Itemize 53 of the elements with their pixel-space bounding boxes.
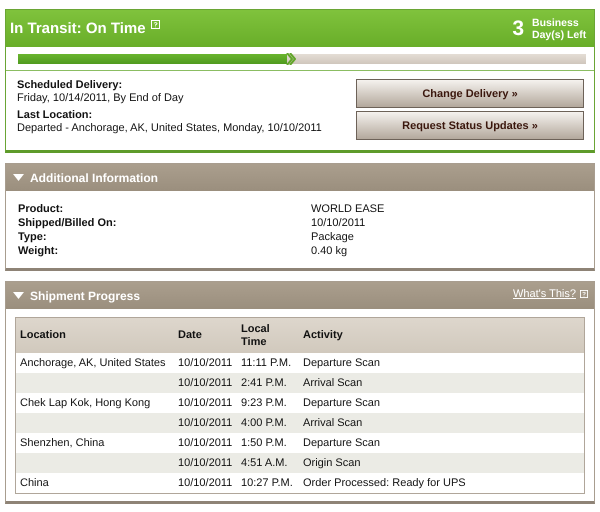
field-value: 0.40 kg [311,244,348,258]
section-title: Shipment Progress [30,288,140,302]
table-cell: Order Processed: Ready for UPS [303,477,466,489]
field-label: Product: [18,202,64,216]
help-icon[interactable] [580,290,588,298]
scheduled-label: Scheduled Delivery: [17,79,124,91]
column-header: Location [20,329,66,341]
table-cell: Anchorage, AK, United States [20,357,166,369]
help-icon[interactable] [150,20,160,29]
last-location-label: Last Location: [17,109,94,121]
table-cell: 10/10/2011 [178,477,232,489]
table-cell: 11:11 P.M. [241,357,292,369]
scheduled-value: Friday, 10/14/2011, By End of Day [17,92,185,104]
table-cell: 10/10/2011 [178,377,232,389]
table-cell: Origin Scan [303,457,360,469]
table-cell: 10/10/2011 [178,457,232,469]
table-cell: 10/10/2011 [178,397,232,409]
section-header[interactable]: Shipment Progress What's This? [6,282,594,309]
column-header: Date [178,329,202,341]
table-cell: Arrival Scan [303,377,362,389]
table-cell: Departure Scan [303,397,380,409]
action-button[interactable]: Request Status Updates » [356,111,584,140]
whats-this-link[interactable]: What's This? [512,288,576,300]
table-cell: China [20,477,49,489]
table-cell: 10:27 P.M. [241,477,293,489]
action-button[interactable]: Change Delivery » [356,79,584,108]
status-title: In Transit: On Time [10,20,146,37]
table-cell: Arrival Scan [303,417,362,429]
last-location-value: Departed - Anchorage, AK, United States, Monday, 10/10/2011 [17,122,322,134]
table-cell: 4:00 P.M. [241,417,287,429]
table-cell: Chek Lap Kok, Hong Kong [20,397,150,409]
column-header: Local Time [241,322,270,348]
table-cell: 10/10/2011 [178,437,232,449]
table-cell: Shenzhen, China [20,437,104,449]
field-label: Weight: [18,244,60,258]
table-cell: 10/10/2011 [178,357,232,369]
field-value: 10/10/2011 [311,216,366,230]
table-cell: 1:50 P.M. [241,437,287,449]
table-cell: Departure Scan [303,357,380,369]
field-value: WORLD EASE [311,202,386,216]
field-label: Type: [18,230,48,244]
days-count: 3 [512,16,524,40]
column-header: Activity [303,329,343,341]
days-label: Business Day(s) Left [532,16,588,40]
table-cell: 10/10/2011 [178,417,232,429]
table-cell: Departure Scan [303,437,380,449]
table-cell: 4:51 A.M. [241,457,288,469]
table-cell: 2:41 P.M. [241,377,287,389]
section-title: Additional Information [30,170,158,184]
field-label: Shipped/Billed On: [18,216,118,230]
field-value: Package [311,230,355,244]
section-header[interactable]: Additional Information [6,164,594,191]
table-cell: 9:23 P.M. [241,397,287,409]
